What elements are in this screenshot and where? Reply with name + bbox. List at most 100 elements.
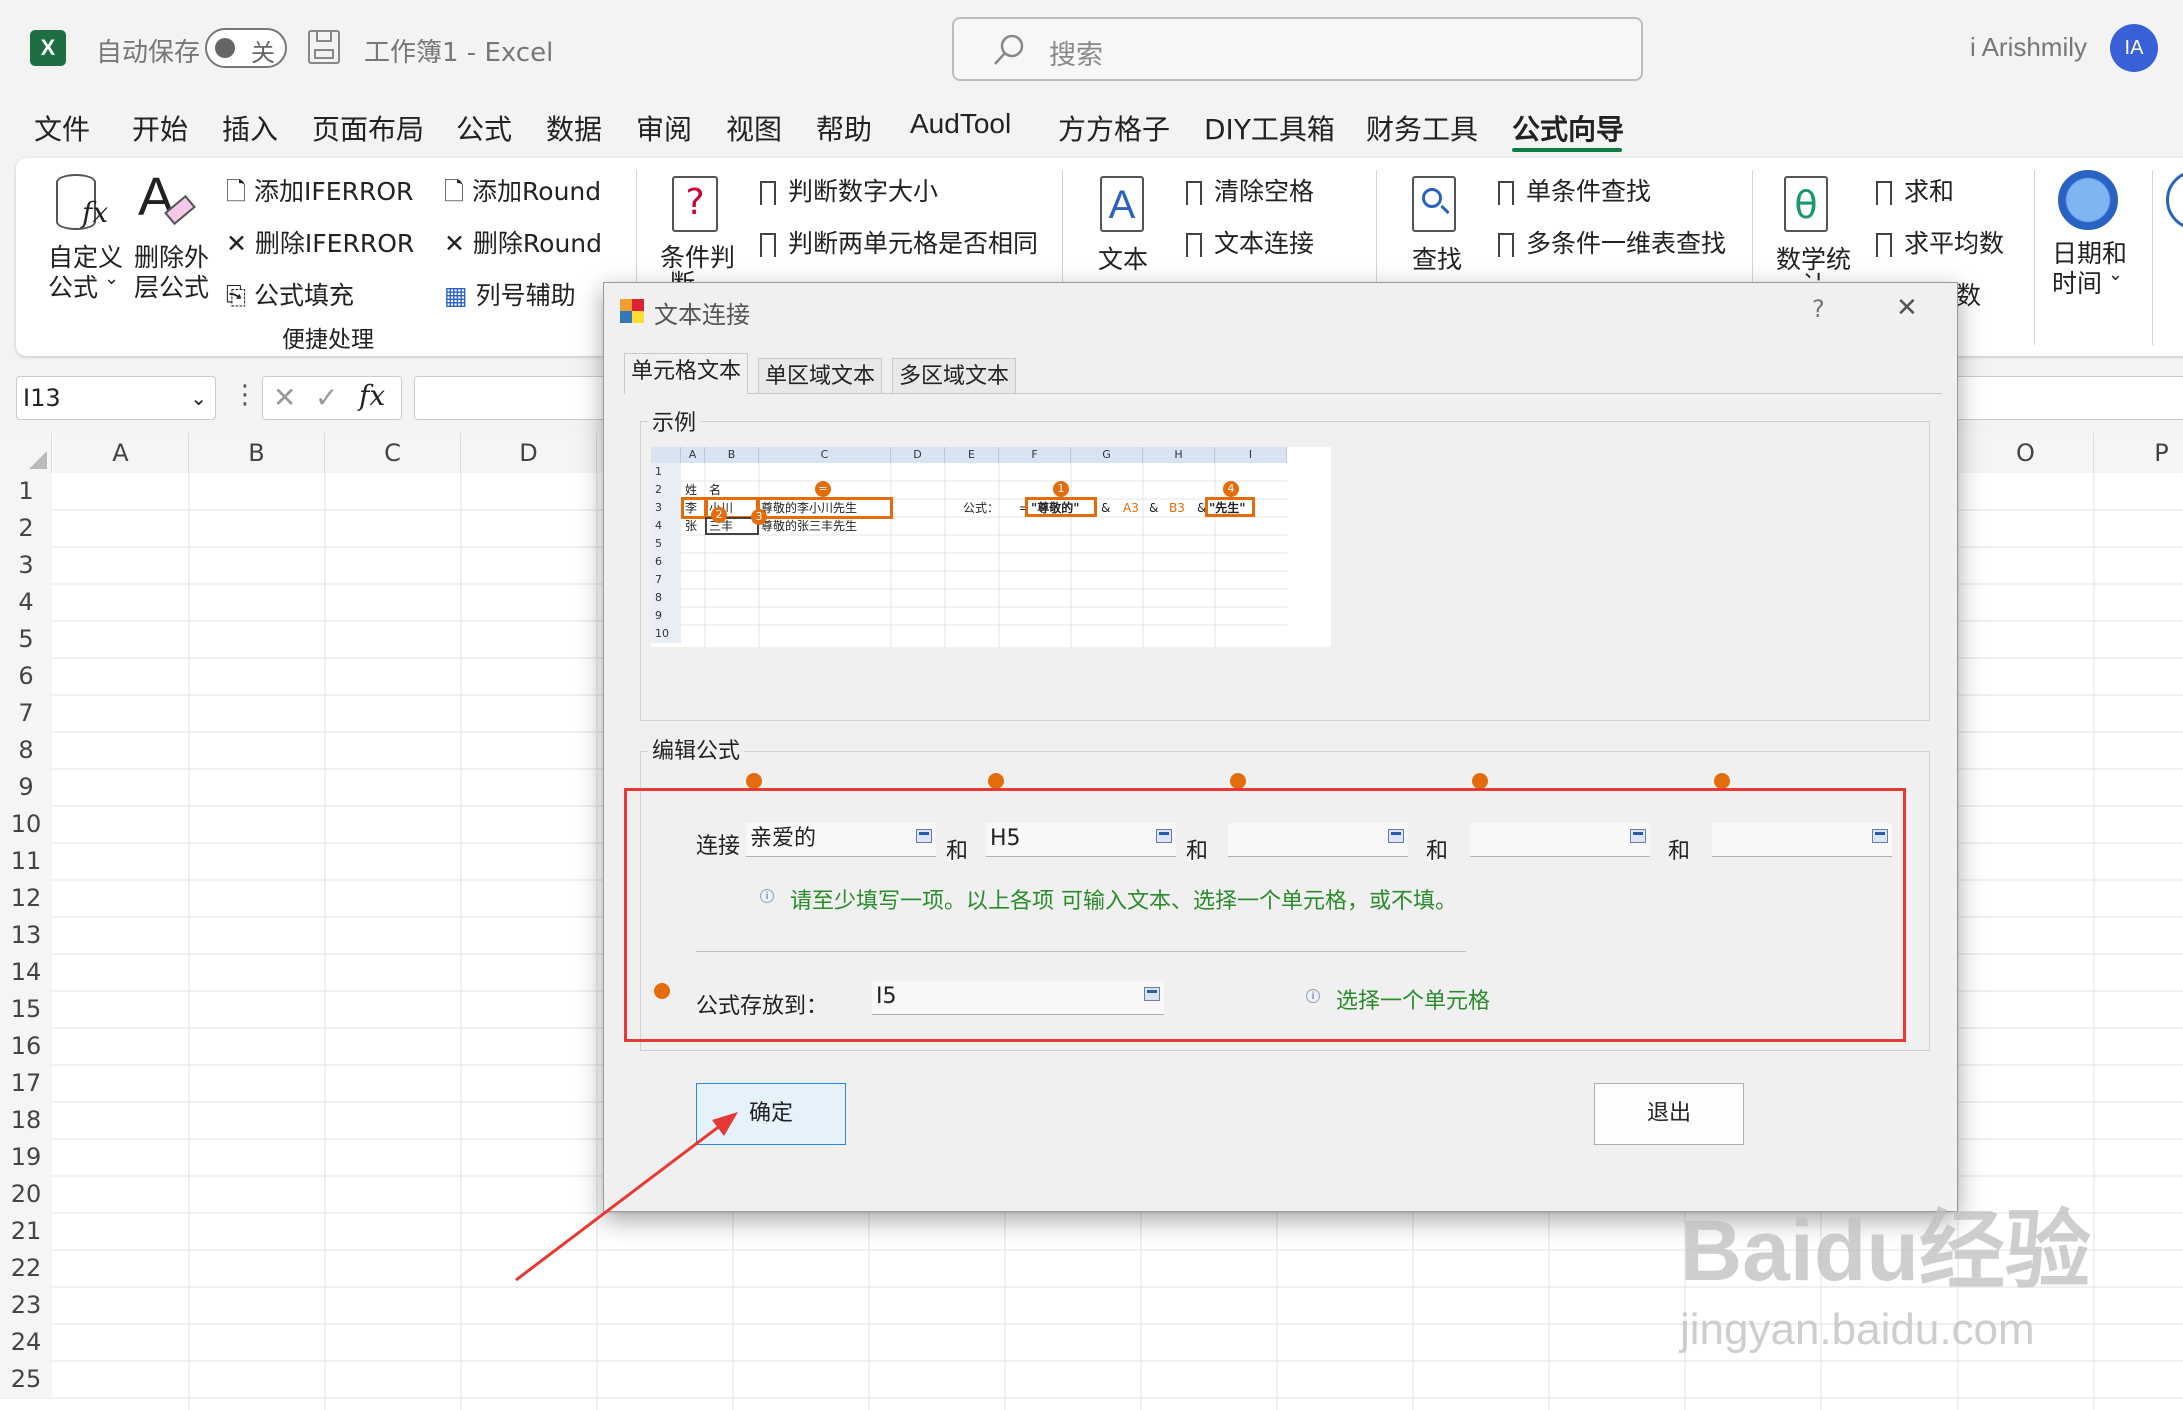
chevron-down-icon[interactable]: ⌄ (2108, 264, 2123, 285)
column-header-p[interactable]: P (2094, 433, 2183, 473)
find-doc-icon[interactable] (1412, 176, 1456, 232)
column-header-d[interactable]: D (461, 433, 597, 473)
cancel-icon[interactable]: ✕ (273, 381, 296, 414)
tab-range-text[interactable]: 单区域文本 (758, 358, 883, 394)
tab-fangfang[interactable]: 方方格子 (1058, 108, 1170, 148)
column-header-b[interactable]: B (189, 433, 325, 473)
delete-outer-label-2[interactable]: 层公式 (134, 268, 209, 304)
theta-doc-icon[interactable]: θ (1784, 176, 1828, 232)
column-header-o[interactable]: O (1958, 433, 2094, 473)
row-header[interactable]: 9 (0, 769, 52, 806)
range-select-icon[interactable] (1388, 829, 1404, 843)
row-header[interactable]: 12 (0, 880, 52, 917)
clear-space-button[interactable]: 清除空格 (1186, 172, 1314, 208)
row-header[interactable]: 24 (0, 1324, 52, 1361)
find-label[interactable]: 查找 (1412, 240, 1462, 276)
help-button[interactable]: ? (1812, 295, 1825, 323)
sum-button[interactable]: 求和 (1876, 172, 1954, 208)
range-select-icon[interactable] (916, 829, 932, 843)
single-lookup-button[interactable]: 单条件查找 (1498, 172, 1651, 208)
store-cell-field[interactable]: I5 (872, 981, 1164, 1015)
concat-field-4[interactable] (1470, 823, 1650, 857)
save-icon[interactable] (308, 30, 340, 64)
concat-field-5[interactable] (1712, 823, 1892, 857)
tab-home[interactable]: 开始 (132, 108, 188, 148)
close-button[interactable]: ✕ (1896, 293, 1918, 323)
concat-field-2[interactable]: H5 (986, 823, 1176, 857)
tab-help[interactable]: 帮助 (816, 108, 872, 148)
row-header[interactable]: 6 (0, 658, 52, 695)
concat-field-3[interactable] (1228, 823, 1408, 857)
text-connect-button[interactable]: 文本连接 (1186, 224, 1314, 260)
ok-button[interactable]: 确定 (696, 1083, 846, 1145)
tab-view[interactable]: 视图 (726, 108, 782, 148)
add-round-button[interactable]: 🗋 添加Round (444, 172, 601, 216)
judge-same-button[interactable]: 判断两单元格是否相同 (760, 224, 1038, 260)
tab-diy-toolbox[interactable]: DIY工具箱 (1204, 108, 1335, 148)
range-select-icon[interactable] (1872, 829, 1888, 843)
row-header[interactable]: 21 (0, 1213, 52, 1250)
add-iferror-button[interactable]: 🗋 添加IFERROR (226, 172, 413, 216)
row-header[interactable]: 23 (0, 1287, 52, 1324)
chevron-down-icon[interactable]: ⌄ (104, 268, 119, 289)
formula-fill-button[interactable]: ⎘ 公式填充 (226, 276, 354, 312)
question-doc-icon[interactable]: ? (672, 176, 718, 232)
text-label[interactable]: 文本 (1098, 240, 1148, 276)
range-select-icon[interactable] (1144, 987, 1160, 1001)
row-header[interactable]: 25 (0, 1361, 52, 1398)
row-header[interactable]: 4 (0, 584, 52, 621)
row-header[interactable]: 5 (0, 621, 52, 658)
tab-data[interactable]: 数据 (546, 108, 602, 148)
multi-lookup-button[interactable]: 多条件一维表查找 (1498, 224, 1726, 260)
column-header-a[interactable]: A (53, 433, 189, 473)
average-button[interactable]: 求平均数 (1876, 224, 2004, 260)
tab-audtool[interactable]: AudTool (910, 108, 1011, 140)
tab-formula-wizard[interactable]: 公式向导 (1512, 108, 1624, 148)
tab-review[interactable]: 审阅 (636, 108, 692, 148)
row-header[interactable]: 22 (0, 1250, 52, 1287)
row-header[interactable]: 19 (0, 1139, 52, 1176)
custom-formula-icon[interactable]: fx (52, 174, 112, 234)
delete-round-button[interactable]: ✕ 删除Round (444, 224, 602, 260)
search-box[interactable]: 搜索 (952, 17, 1643, 81)
row-header[interactable]: 17 (0, 1065, 52, 1102)
count-partial-label[interactable]: 数 (1956, 276, 1981, 312)
tab-insert[interactable]: 插入 (222, 108, 278, 148)
tab-file[interactable]: 文件 (34, 108, 90, 148)
row-header[interactable]: 1 (0, 473, 52, 510)
fx-icon[interactable]: fx (359, 379, 385, 412)
judge-number-button[interactable]: 判断数字大小 (760, 172, 938, 208)
row-header[interactable]: 8 (0, 732, 52, 769)
row-header[interactable]: 16 (0, 1028, 52, 1065)
more-vertical-icon[interactable]: ⋮ (232, 380, 258, 410)
row-header[interactable]: 20 (0, 1176, 52, 1213)
delete-iferror-button[interactable]: ✕ 删除IFERROR (226, 224, 414, 260)
more-icon[interactable] (2166, 170, 2183, 230)
range-select-icon[interactable] (1630, 829, 1646, 843)
select-all-corner[interactable] (0, 433, 52, 473)
range-select-icon[interactable] (1156, 829, 1172, 843)
tab-multi-range-text[interactable]: 多区域文本 (892, 358, 1017, 394)
autosave-toggle[interactable]: 关 (205, 28, 287, 68)
row-header[interactable]: 15 (0, 991, 52, 1028)
chevron-down-icon[interactable]: ⌄ (190, 377, 207, 419)
concat-field-1[interactable]: 亲爱的 (746, 823, 936, 857)
row-header[interactable]: 13 (0, 917, 52, 954)
row-header[interactable]: 11 (0, 843, 52, 880)
name-box[interactable]: I13 ⌄ (16, 376, 216, 420)
tab-formulas[interactable]: 公式 (456, 108, 512, 148)
datetime-label-2[interactable]: 时间 (2052, 264, 2102, 300)
row-header[interactable]: 10 (0, 806, 52, 843)
row-header[interactable]: 18 (0, 1102, 52, 1139)
row-header[interactable]: 3 (0, 547, 52, 584)
tab-page-layout[interactable]: 页面布局 (312, 108, 424, 148)
check-icon[interactable]: ✓ (315, 381, 338, 414)
tab-cell-text[interactable]: 单元格文本 (624, 353, 749, 394)
avatar[interactable]: IA (2110, 24, 2158, 72)
tab-finance[interactable]: 财务工具 (1366, 108, 1478, 148)
row-header[interactable]: 2 (0, 510, 52, 547)
column-header-c[interactable]: C (325, 433, 461, 473)
row-header[interactable]: 7 (0, 695, 52, 732)
row-header[interactable]: 14 (0, 954, 52, 991)
clock-icon[interactable] (2058, 170, 2118, 230)
